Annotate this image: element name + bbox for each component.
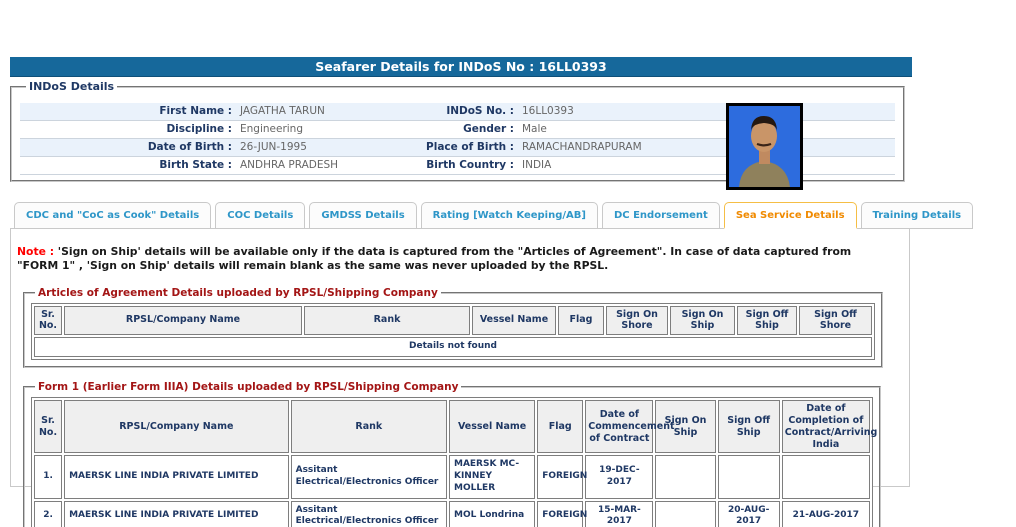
column-header-sign-on-shore: Sign On Shore	[606, 306, 668, 336]
column-header-sr-no: Sr. No.	[34, 306, 62, 336]
column-header-flag: Flag	[537, 400, 583, 454]
column-header-sign-off-ship: Sign Off Ship	[718, 400, 780, 454]
table-header: Sr. No.RPSL/Company NameRankVessel NameF…	[34, 306, 872, 336]
note-text: 'Sign on Ship' details will be available…	[17, 245, 851, 272]
table-body: Details not found	[34, 337, 872, 357]
field-value: Male	[514, 121, 895, 138]
tab-gmdss-details[interactable]: GMDSS Details	[309, 202, 416, 229]
column-header-sr-no: Sr. No.	[34, 400, 62, 454]
field-label: First Name :	[20, 103, 232, 120]
empty-message: Details not found	[34, 337, 872, 357]
column-header-sign-off-ship: Sign Off Ship	[737, 306, 797, 336]
field-label: Birth Country :	[422, 157, 514, 174]
indos-details-legend: INDoS Details	[26, 80, 117, 93]
table-cell: Assitant Electrical/Electronics Officer	[291, 501, 447, 527]
table-cell: MAERSK MC-KINNEY MOLLER	[449, 455, 535, 498]
column-header-sign-on-ship: Sign On Ship	[670, 306, 735, 336]
table-cell: Assitant Electrical/Electronics Officer	[291, 455, 447, 498]
articles-of-agreement-fieldset: Articles of Agreement Details uploaded b…	[23, 287, 883, 368]
field-label: Birth State :	[20, 157, 232, 174]
table-cell: MAERSK LINE INDIA PRIVATE LIMITED	[64, 501, 289, 527]
table-cell: 15-MAR-2017	[585, 501, 653, 527]
column-header-date-of-commencement-of-contract: Date of Commencement of Contract	[585, 400, 653, 454]
seafarer-photo-image	[729, 106, 800, 187]
page-title-bar: Seafarer Details for INDoS No : 16LL0393	[10, 57, 912, 77]
field-label: Gender :	[422, 121, 514, 138]
table-row: 1.MAERSK LINE INDIA PRIVATE LIMITEDAssit…	[34, 455, 870, 498]
table-cell: 21-AUG-2017	[782, 501, 870, 527]
table-header-row: Sr. No.RPSL/Company NameRankVessel NameF…	[34, 306, 872, 336]
table-cell: 2.	[34, 501, 62, 527]
field-value: INDIA	[514, 157, 895, 174]
table-cell	[655, 455, 715, 498]
column-header-flag: Flag	[558, 306, 604, 336]
field-value: ANDHRA PRADESH	[232, 157, 422, 174]
tab-dc-endorsement[interactable]: DC Endorsement	[602, 202, 720, 229]
table-header: Sr. No.RPSL/Company NameRankVessel NameF…	[34, 400, 870, 454]
note: Note : 'Sign on Ship' details will be av…	[11, 229, 909, 274]
form1-legend: Form 1 (Earlier Form IIIA) Details uploa…	[35, 381, 461, 393]
table-cell: MOL Londrina	[449, 501, 535, 527]
field-value: 26-JUN-1995	[232, 139, 422, 156]
tab-bar: CDC and "CoC as Cook" DetailsCOC Details…	[14, 202, 973, 229]
field-label: Place of Birth :	[422, 139, 514, 156]
articles-of-agreement-table: Sr. No.RPSL/Company NameRankVessel NameF…	[31, 303, 875, 360]
table-cell: 19-DEC-2017	[585, 455, 653, 498]
field-label: Date of Birth :	[20, 139, 232, 156]
table-row: 2.MAERSK LINE INDIA PRIVATE LIMITEDAssit…	[34, 501, 870, 527]
tab-sea-service-details[interactable]: Sea Service Details	[724, 202, 857, 229]
empty-row: Details not found	[34, 337, 872, 357]
seafarer-photo	[726, 103, 803, 190]
form1-table: Sr. No.RPSL/Company NameRankVessel NameF…	[31, 397, 873, 527]
seafarer-details-page: Seafarer Details for INDoS No : 16LL0393…	[0, 0, 1016, 527]
tab-training-details[interactable]: Training Details	[861, 202, 974, 229]
table-cell	[655, 501, 715, 527]
table-cell: FOREIGN	[537, 455, 583, 498]
tab-content-panel: Note : 'Sign on Ship' details will be av…	[10, 228, 910, 487]
tab-coc-details[interactable]: COC Details	[215, 202, 305, 229]
table-cell: MAERSK LINE INDIA PRIVATE LIMITED	[64, 455, 289, 498]
column-header-vessel-name: Vessel Name	[449, 400, 535, 454]
table-header-row: Sr. No.RPSL/Company NameRankVessel NameF…	[34, 400, 870, 454]
table-cell: FOREIGN	[537, 501, 583, 527]
field-value: RAMACHANDRAPURAM	[514, 139, 895, 156]
column-header-rpsl-company-name: RPSL/Company Name	[64, 306, 302, 336]
field-label: INDoS No. :	[422, 103, 514, 120]
field-value: 16LL0393	[514, 103, 895, 120]
column-header-rpsl-company-name: RPSL/Company Name	[64, 400, 289, 454]
tab-cdc-and-coc-as-cook-details[interactable]: CDC and "CoC as Cook" Details	[14, 202, 211, 229]
field-value: Engineering	[232, 121, 422, 138]
table-cell: 20-AUG-2017	[718, 501, 780, 527]
page-title: Seafarer Details for INDoS No : 16LL0393	[315, 59, 606, 74]
column-header-sign-off-shore: Sign Off Shore	[799, 306, 872, 336]
tab-rating-watch-keeping-ab[interactable]: Rating [Watch Keeping/AB]	[421, 202, 598, 229]
form1-fieldset: Form 1 (Earlier Form IIIA) Details uploa…	[23, 381, 881, 527]
column-header-rank: Rank	[304, 306, 470, 336]
column-header-vessel-name: Vessel Name	[472, 306, 556, 336]
column-header-date-of-completion-of-contract-arriving-india: Date of Completion of Contract/Arriving …	[782, 400, 870, 454]
note-prefix: Note :	[17, 245, 54, 258]
field-value: JAGATHA TARUN	[232, 103, 422, 120]
table-body: 1.MAERSK LINE INDIA PRIVATE LIMITEDAssit…	[34, 455, 870, 527]
indos-details-fieldset: INDoS Details First Name :JAGATHA TARUNI…	[10, 80, 905, 182]
articles-of-agreement-legend: Articles of Agreement Details uploaded b…	[35, 287, 441, 299]
table-cell: 1.	[34, 455, 62, 498]
column-header-rank: Rank	[291, 400, 447, 454]
field-label: Discipline :	[20, 121, 232, 138]
table-cell	[782, 455, 870, 498]
table-cell	[718, 455, 780, 498]
